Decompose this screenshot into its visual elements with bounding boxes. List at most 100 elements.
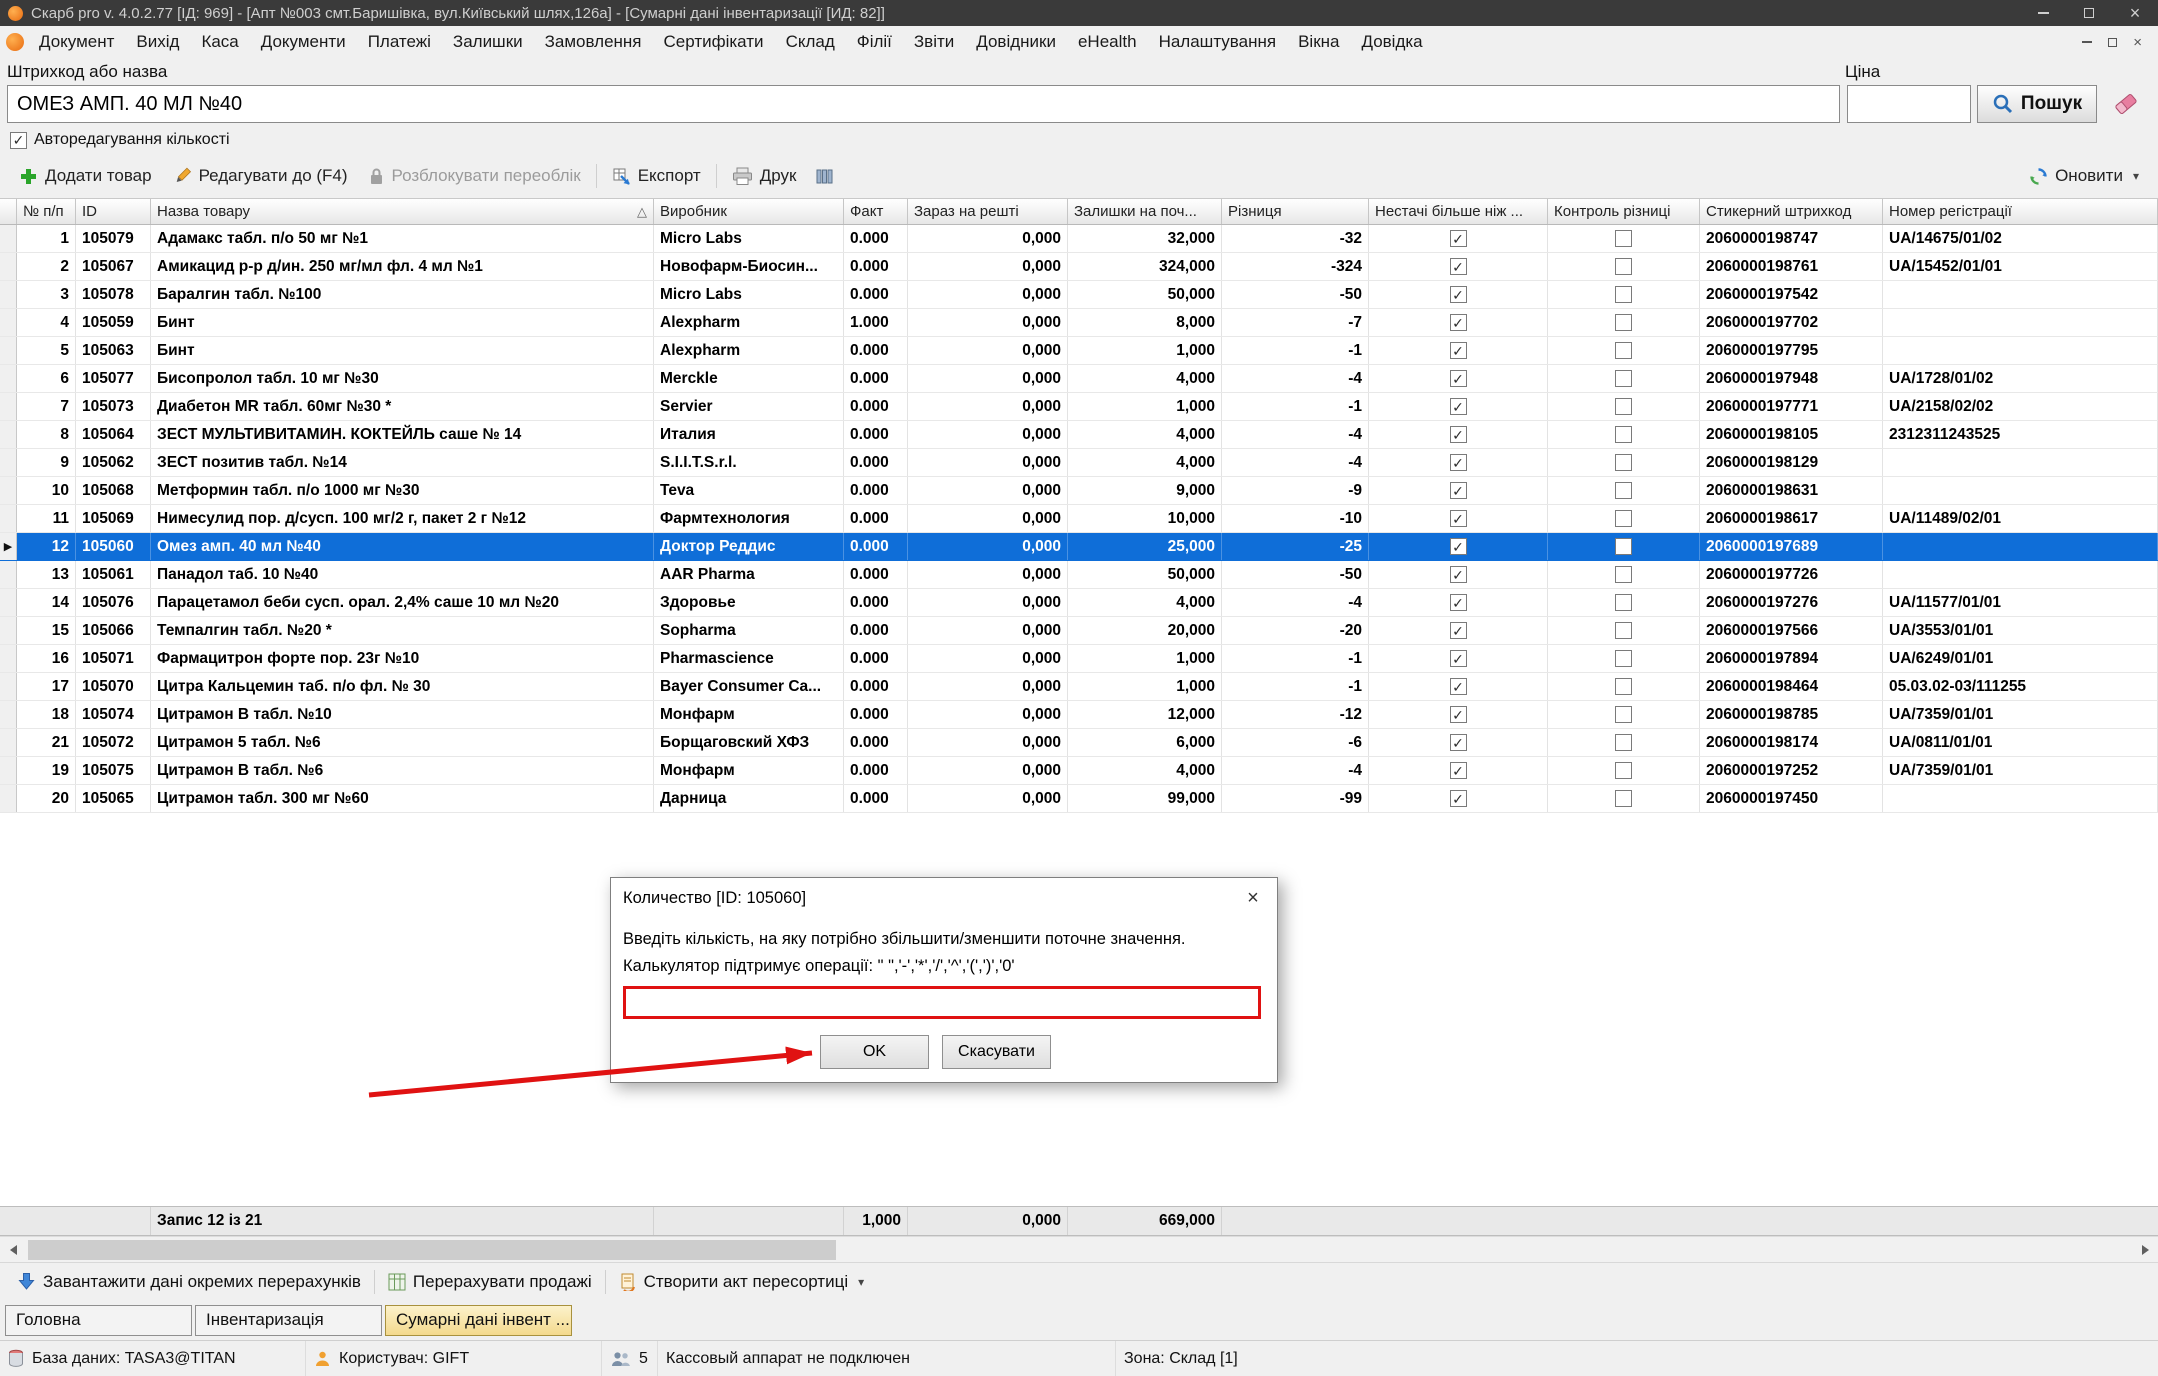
- tab-0[interactable]: Головна: [5, 1305, 192, 1336]
- close-button[interactable]: ×: [2112, 0, 2158, 26]
- shortage-checkbox[interactable]: [1450, 258, 1467, 275]
- column-header[interactable]: Факт: [844, 199, 908, 224]
- control-checkbox[interactable]: [1615, 678, 1632, 695]
- shortage-checkbox[interactable]: [1450, 510, 1467, 527]
- shortage-checkbox[interactable]: [1450, 734, 1467, 751]
- dialog-close-icon[interactable]: ×: [1229, 878, 1277, 918]
- shortage-checkbox[interactable]: [1450, 706, 1467, 723]
- column-header[interactable]: Різниця: [1222, 199, 1369, 224]
- table-row[interactable]: 2105067Амикацид р-р д/ин. 250 мг/мл фл. …: [0, 253, 2158, 281]
- add-product-button[interactable]: Додати товар: [10, 160, 161, 192]
- control-checkbox[interactable]: [1615, 398, 1632, 415]
- scrollbar-thumb[interactable]: [28, 1240, 836, 1260]
- shortage-checkbox[interactable]: [1450, 482, 1467, 499]
- table-row[interactable]: 5105063БинтAlexpharm0.0000,0001,000-1206…: [0, 337, 2158, 365]
- scroll-left-button[interactable]: [0, 1237, 26, 1262]
- menu-item[interactable]: Філії: [846, 26, 903, 58]
- control-checkbox[interactable]: [1615, 762, 1632, 779]
- table-row[interactable]: 4105059БинтAlexpharm1.0000,0008,000-7206…: [0, 309, 2158, 337]
- menu-item[interactable]: Довідники: [965, 26, 1067, 58]
- table-row[interactable]: 16105071Фармацитрон форте пор. 23г №10Ph…: [0, 645, 2158, 673]
- menu-item[interactable]: eHealth: [1067, 26, 1148, 58]
- control-checkbox[interactable]: [1615, 650, 1632, 667]
- menu-item[interactable]: Документи: [250, 26, 357, 58]
- column-header[interactable]: ID: [76, 199, 151, 224]
- table-row[interactable]: 13105061Панадол таб. 10 №40AAR Pharma0.0…: [0, 561, 2158, 589]
- quantity-input[interactable]: [626, 989, 1258, 1016]
- dialog-title-bar[interactable]: Количество [ID: 105060] ×: [611, 878, 1277, 918]
- table-row[interactable]: 15105066Темпалгин табл. №20 *Sopharma0.0…: [0, 617, 2158, 645]
- menu-item[interactable]: Налаштування: [1148, 26, 1288, 58]
- shortage-checkbox[interactable]: [1450, 454, 1467, 471]
- shortage-checkbox[interactable]: [1450, 650, 1467, 667]
- print-button[interactable]: Друк: [723, 160, 806, 192]
- control-checkbox[interactable]: [1615, 538, 1632, 555]
- price-input[interactable]: [1847, 85, 1971, 123]
- shortage-checkbox[interactable]: [1450, 398, 1467, 415]
- control-checkbox[interactable]: [1615, 342, 1632, 359]
- shortage-checkbox[interactable]: [1450, 342, 1467, 359]
- table-row[interactable]: ▶12105060Омез амп. 40 мл №40Доктор Редди…: [0, 533, 2158, 561]
- barcode-search-input[interactable]: [7, 85, 1840, 123]
- shortage-checkbox[interactable]: [1450, 286, 1467, 303]
- shortage-checkbox[interactable]: [1450, 538, 1467, 555]
- control-checkbox[interactable]: [1615, 734, 1632, 751]
- table-row[interactable]: 1105079Адамакс табл. п/о 50 мг №1Micro L…: [0, 225, 2158, 253]
- menu-item[interactable]: Замовлення: [534, 26, 653, 58]
- ok-button[interactable]: OK: [820, 1035, 929, 1069]
- column-header[interactable]: Зараз на решті: [908, 199, 1068, 224]
- shortage-checkbox[interactable]: [1450, 370, 1467, 387]
- shortage-checkbox[interactable]: [1450, 566, 1467, 583]
- table-row[interactable]: 18105074Цитрамон В табл. №10Монфарм0.000…: [0, 701, 2158, 729]
- columns-button[interactable]: [807, 160, 842, 192]
- shortage-checkbox[interactable]: [1450, 314, 1467, 331]
- table-row[interactable]: 17105070Цитра Кальцемин таб. п/о фл. № 3…: [0, 673, 2158, 701]
- column-header[interactable]: Контроль різниці: [1548, 199, 1700, 224]
- menu-item[interactable]: Вихід: [125, 26, 190, 58]
- recalculate-sales-button[interactable]: Перерахувати продажі: [379, 1266, 601, 1298]
- control-checkbox[interactable]: [1615, 510, 1632, 527]
- column-header[interactable]: Номер регістрації: [1883, 199, 2158, 224]
- edit-button[interactable]: Редагувати до (F4): [163, 160, 357, 192]
- table-row[interactable]: 19105075Цитрамон В табл. №6Монфарм0.0000…: [0, 757, 2158, 785]
- scroll-right-button[interactable]: [2132, 1237, 2158, 1262]
- control-checkbox[interactable]: [1615, 314, 1632, 331]
- control-checkbox[interactable]: [1615, 454, 1632, 471]
- control-checkbox[interactable]: [1615, 706, 1632, 723]
- control-checkbox[interactable]: [1615, 482, 1632, 499]
- search-button[interactable]: Пошук: [1977, 85, 2097, 123]
- control-checkbox[interactable]: [1615, 370, 1632, 387]
- menu-item[interactable]: Довідка: [1350, 26, 1433, 58]
- tab-1[interactable]: Інвентаризація: [195, 1305, 382, 1336]
- create-resort-act-button[interactable]: Створити акт пересортиці ▾: [610, 1266, 874, 1298]
- control-checkbox[interactable]: [1615, 286, 1632, 303]
- column-header[interactable]: Нестачі більше ніж ...: [1369, 199, 1548, 224]
- shortage-checkbox[interactable]: [1450, 790, 1467, 807]
- shortage-checkbox[interactable]: [1450, 230, 1467, 247]
- shortage-checkbox[interactable]: [1450, 762, 1467, 779]
- column-header[interactable]: № п/п: [17, 199, 76, 224]
- shortage-checkbox[interactable]: [1450, 426, 1467, 443]
- menu-item[interactable]: Звіти: [903, 26, 965, 58]
- table-row[interactable]: 8105064ЗЕСТ МУЛЬТИВИТАМИН. КОКТЕЙЛЬ саше…: [0, 421, 2158, 449]
- table-row[interactable]: 3105078Баралгин табл. №100Micro Labs0.00…: [0, 281, 2158, 309]
- horizontal-scrollbar[interactable]: [0, 1236, 2158, 1262]
- table-row[interactable]: 11105069Нимесулид пор. д/сусп. 100 мг/2 …: [0, 505, 2158, 533]
- mdi-close-icon[interactable]: ×: [2133, 35, 2142, 50]
- clear-search-button[interactable]: [2105, 85, 2147, 123]
- column-header[interactable]: Виробник: [654, 199, 844, 224]
- table-row[interactable]: 9105062ЗЕСТ позитив табл. №14S.I.I.T.S.r…: [0, 449, 2158, 477]
- menu-item[interactable]: Документ: [28, 26, 125, 58]
- menu-item[interactable]: Залишки: [442, 26, 534, 58]
- restore-button[interactable]: [2066, 0, 2112, 26]
- tab-2[interactable]: Сумарні дані інвент ...: [385, 1305, 572, 1336]
- menu-item[interactable]: Платежі: [357, 26, 442, 58]
- table-row[interactable]: 20105065Цитрамон табл. 300 мг №60Дарница…: [0, 785, 2158, 813]
- menu-item[interactable]: Склад: [775, 26, 846, 58]
- shortage-checkbox[interactable]: [1450, 594, 1467, 611]
- shortage-checkbox[interactable]: [1450, 622, 1467, 639]
- menu-item[interactable]: Вікна: [1287, 26, 1350, 58]
- table-row[interactable]: 14105076Парацетамол беби сусп. орал. 2,4…: [0, 589, 2158, 617]
- column-header[interactable]: Залишки на поч...: [1068, 199, 1222, 224]
- mdi-minimize-icon[interactable]: [2082, 41, 2092, 43]
